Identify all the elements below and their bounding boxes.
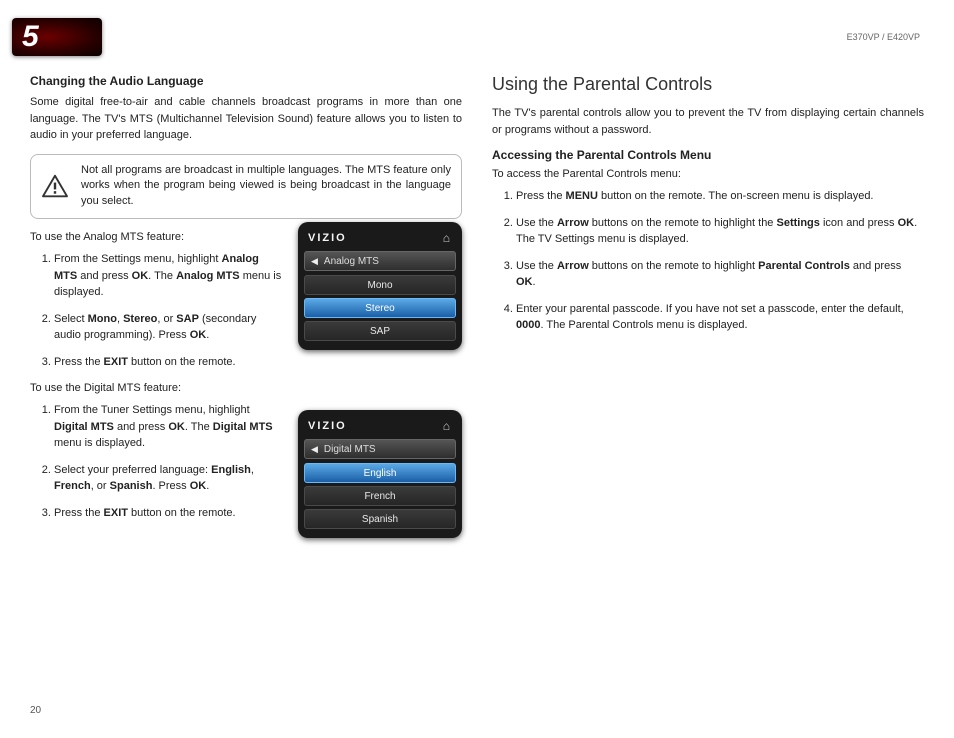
- menu-item-spanish: Spanish: [304, 509, 456, 529]
- menu-item-sap: SAP: [304, 321, 456, 341]
- right-column: Using the Parental Controls The TV's par…: [492, 74, 924, 533]
- back-arrow-icon: ◀: [311, 444, 318, 455]
- parental-step-1: Press the MENU button on the remote. The…: [516, 188, 924, 205]
- menu-sub-label: Analog MTS: [324, 256, 379, 267]
- tv-logo: VIZIO: [308, 232, 347, 244]
- menu-item-french: French: [304, 486, 456, 506]
- menu-breadcrumb: ◀ Digital MTS: [304, 439, 456, 459]
- chapter-number: 5: [22, 20, 39, 54]
- warning-icon: [41, 174, 69, 198]
- menu-item-english: English: [304, 463, 456, 483]
- right-intro: The TV's parental controls allow you to …: [492, 105, 924, 138]
- home-icon: ⌂: [443, 231, 450, 245]
- note-box: Not all programs are broadcast in multip…: [30, 154, 462, 220]
- digital-mts-menu: VIZIO ⌂ ◀ Digital MTS English French Spa…: [298, 410, 462, 538]
- note-text: Not all programs are broadcast in multip…: [81, 164, 451, 208]
- left-intro: Some digital free-to-air and cable chann…: [30, 94, 462, 144]
- digital-intro: To use the Digital MTS feature:: [30, 382, 462, 394]
- parental-step-4: Enter your parental passcode. If you hav…: [516, 301, 924, 334]
- menu-item-mono: Mono: [304, 275, 456, 295]
- menu-breadcrumb: ◀ Analog MTS: [304, 251, 456, 271]
- section-title: Using the Parental Controls: [492, 74, 924, 95]
- home-icon: ⌂: [443, 419, 450, 433]
- access-line: To access the Parental Controls menu:: [492, 168, 924, 180]
- left-heading: Changing the Audio Language: [30, 74, 462, 88]
- page-number: 20: [30, 705, 41, 716]
- parental-steps: Press the MENU button on the remote. The…: [492, 188, 924, 334]
- model-header: E370VP / E420VP: [847, 32, 920, 42]
- menu-item-stereo: Stereo: [304, 298, 456, 318]
- menu-sub-label: Digital MTS: [324, 444, 376, 455]
- analog-step-3: Press the EXIT button on the remote.: [54, 354, 462, 371]
- parental-step-3: Use the Arrow buttons on the remote to h…: [516, 258, 924, 291]
- parental-step-2: Use the Arrow buttons on the remote to h…: [516, 215, 924, 248]
- back-arrow-icon: ◀: [311, 256, 318, 267]
- left-column: Changing the Audio Language Some digital…: [30, 74, 462, 533]
- analog-mts-menu: VIZIO ⌂ ◀ Analog MTS Mono Stereo SAP: [298, 222, 462, 350]
- chapter-badge: 5: [12, 18, 102, 56]
- right-heading: Accessing the Parental Controls Menu: [492, 148, 924, 162]
- tv-logo: VIZIO: [308, 420, 347, 432]
